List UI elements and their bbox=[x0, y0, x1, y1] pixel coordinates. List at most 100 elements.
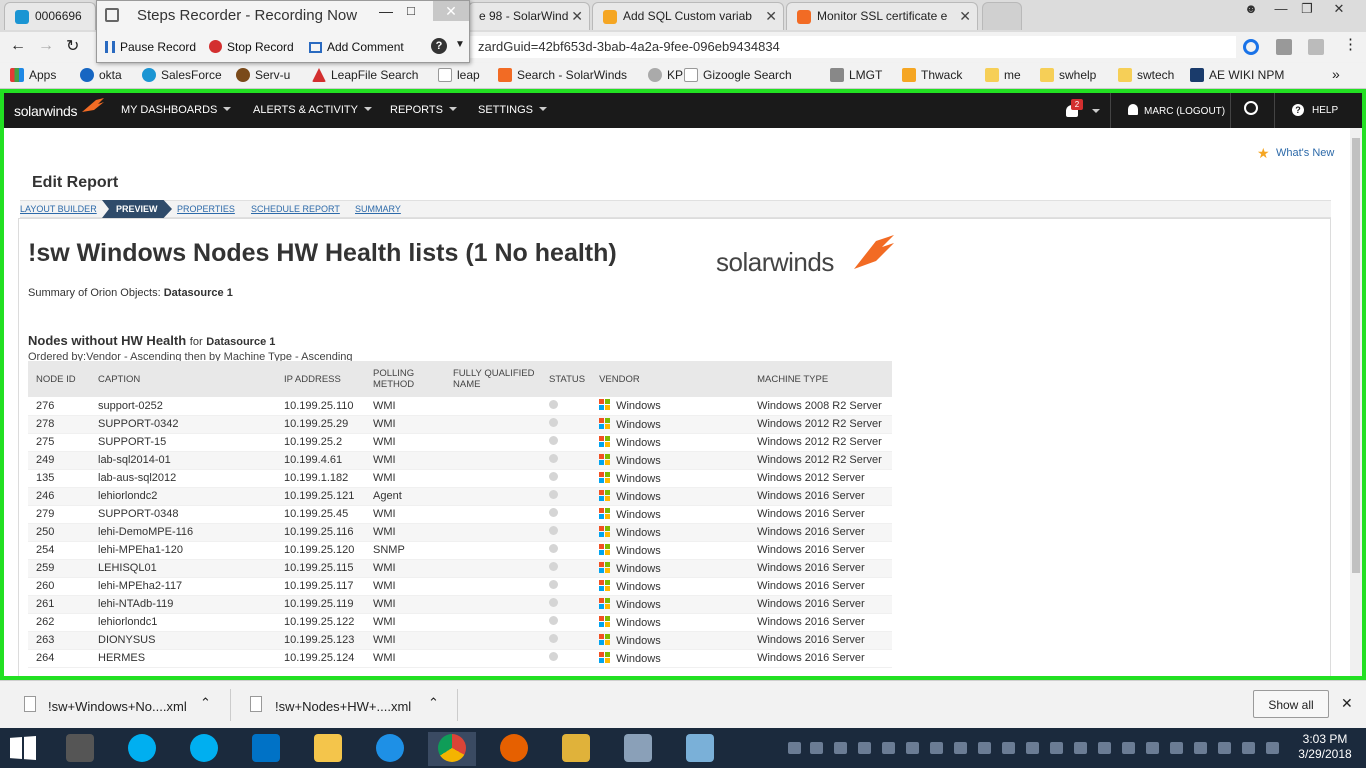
close-icon[interactable]: ✕ bbox=[959, 8, 971, 25]
extension-icon[interactable] bbox=[1276, 39, 1292, 55]
column-header[interactable]: NODE ID bbox=[28, 361, 90, 397]
column-header[interactable]: CAPTION bbox=[90, 361, 276, 397]
bookmark-me[interactable]: me bbox=[985, 68, 1021, 82]
scrollbar-thumb[interactable] bbox=[1352, 138, 1360, 573]
pause-record-button[interactable]: Pause Record bbox=[105, 40, 196, 54]
bookmark-solarwinds-search[interactable]: Search - SolarWinds bbox=[498, 68, 627, 82]
tray-icon[interactable] bbox=[978, 742, 991, 754]
column-header[interactable]: IP ADDRESS bbox=[276, 361, 365, 397]
crumb-properties[interactable]: PROPERTIES bbox=[177, 201, 235, 217]
bookmark-thwack[interactable]: Thwack bbox=[902, 68, 962, 82]
menu-my-dashboards[interactable]: MY DASHBOARDS bbox=[121, 104, 232, 116]
taskbar-app[interactable] bbox=[180, 732, 228, 766]
bookmark-leap[interactable]: leap bbox=[438, 68, 480, 82]
new-tab-button[interactable] bbox=[982, 2, 1022, 30]
user-logout-link[interactable]: MARC (LOGOUT) bbox=[1128, 104, 1225, 117]
tray-icon[interactable] bbox=[1002, 742, 1015, 754]
crumb-schedule-report[interactable]: SCHEDULE REPORT bbox=[251, 201, 340, 217]
tray-icon[interactable] bbox=[954, 742, 967, 754]
extension-icon[interactable] bbox=[1243, 39, 1259, 55]
notifications-button[interactable]: 2 bbox=[1062, 99, 1083, 121]
bookmarks-more-icon[interactable]: » bbox=[1332, 66, 1340, 82]
taskbar-app[interactable] bbox=[118, 732, 166, 766]
extension-icon[interactable] bbox=[1308, 39, 1324, 55]
forward-icon[interactable]: → bbox=[38, 37, 54, 55]
maximize-icon[interactable]: □ bbox=[407, 3, 415, 18]
crumb-layout-builder[interactable]: LAYOUT BUILDER bbox=[20, 201, 97, 217]
chevron-up-icon[interactable]: ⌃ bbox=[200, 695, 211, 711]
minimize-icon[interactable]: — bbox=[379, 3, 393, 19]
bookmark-gizoogle[interactable]: Gizoogle Search bbox=[684, 68, 792, 82]
tray-icon[interactable] bbox=[1218, 742, 1231, 754]
bookmark-kpi[interactable]: KPI bbox=[648, 68, 686, 82]
bookmark-servu[interactable]: Serv-u bbox=[236, 68, 290, 82]
restore-icon[interactable]: ❐ bbox=[1294, 0, 1320, 18]
column-header[interactable]: STATUS bbox=[541, 361, 592, 397]
whats-new-link[interactable]: What's New bbox=[1276, 147, 1334, 159]
search-icon[interactable] bbox=[1244, 101, 1258, 115]
chevron-down-icon[interactable]: ▼ bbox=[455, 39, 465, 50]
menu-settings[interactable]: SETTINGS bbox=[478, 104, 548, 116]
bluetooth-icon[interactable] bbox=[1122, 742, 1135, 754]
column-header[interactable]: FULLY QUALIFIED NAME bbox=[445, 361, 541, 397]
tray-icon[interactable] bbox=[858, 742, 871, 754]
tray-icon[interactable] bbox=[882, 742, 895, 754]
tray-icon[interactable] bbox=[788, 742, 801, 754]
download-item[interactable]: !sw+Windows+No....xml bbox=[48, 699, 187, 714]
reload-icon[interactable]: ↻ bbox=[66, 36, 79, 56]
close-icon[interactable]: ✕ bbox=[1341, 695, 1353, 712]
chevron-up-icon[interactable]: ⌃ bbox=[428, 695, 439, 711]
address-bar[interactable]: zardGuid=42bf653d-3bab-4a2a-9fee-096eb94… bbox=[470, 36, 1236, 58]
taskbar-app[interactable] bbox=[552, 732, 600, 766]
bookmark-salesforce[interactable]: SalesForce bbox=[142, 68, 222, 82]
profile-icon[interactable]: ☻ bbox=[1238, 0, 1264, 18]
help-link[interactable]: ? HELP bbox=[1292, 104, 1338, 116]
flag-icon[interactable] bbox=[1194, 742, 1207, 754]
bookmark-leapfile[interactable]: LeapFile Search bbox=[312, 68, 418, 82]
menu-icon[interactable]: ⋮ bbox=[1343, 35, 1358, 53]
network-icon[interactable] bbox=[1242, 742, 1255, 754]
back-icon[interactable]: ← bbox=[10, 37, 26, 55]
browser-tab[interactable]: 0006696 bbox=[4, 2, 96, 30]
solarwinds-logo[interactable]: solarwinds bbox=[14, 103, 77, 119]
page-scrollbar[interactable] bbox=[1350, 128, 1362, 676]
menu-reports[interactable]: REPORTS bbox=[390, 104, 457, 116]
close-icon[interactable]: ✕ bbox=[765, 8, 777, 25]
stop-record-button[interactable]: Stop Record bbox=[209, 40, 294, 54]
taskbar-app[interactable] bbox=[56, 732, 104, 766]
chevron-down-icon[interactable] bbox=[1092, 109, 1100, 113]
tray-icon[interactable] bbox=[1074, 742, 1087, 754]
taskbar-app[interactable] bbox=[490, 732, 538, 766]
column-header[interactable]: MACHINE TYPE bbox=[749, 361, 892, 397]
bookmark-apps[interactable]: Apps bbox=[10, 68, 56, 82]
bookmark-swtech[interactable]: swtech bbox=[1118, 68, 1174, 82]
tray-icon[interactable] bbox=[1026, 742, 1039, 754]
tray-icon[interactable] bbox=[1146, 742, 1159, 754]
tray-icon[interactable] bbox=[906, 742, 919, 754]
crumb-summary[interactable]: SUMMARY bbox=[355, 201, 401, 217]
browser-tab[interactable]: e 98 - SolarWind ✕ bbox=[468, 2, 590, 30]
column-header[interactable]: VENDOR bbox=[591, 361, 750, 397]
help-icon[interactable]: ? bbox=[431, 38, 447, 54]
add-comment-button[interactable]: Add Comment bbox=[309, 40, 404, 54]
taskbar-app-active[interactable] bbox=[428, 732, 476, 766]
volume-icon[interactable] bbox=[1266, 742, 1279, 754]
column-header[interactable]: POLLING METHOD bbox=[365, 361, 445, 397]
tray-icon[interactable] bbox=[810, 742, 823, 754]
menu-alerts-activity[interactable]: ALERTS & ACTIVITY bbox=[253, 104, 372, 116]
windows-start-icon[interactable] bbox=[10, 736, 36, 760]
browser-tab[interactable]: Add SQL Custom variab ✕ bbox=[592, 2, 784, 30]
tray-icon[interactable] bbox=[1098, 742, 1111, 754]
browser-tab[interactable]: Monitor SSL certificate e ✕ bbox=[786, 2, 978, 30]
tray-icon[interactable] bbox=[1050, 742, 1063, 754]
close-window-icon[interactable]: ✕ bbox=[433, 1, 469, 21]
taskbar-app[interactable] bbox=[366, 732, 414, 766]
bookmark-okta[interactable]: okta bbox=[80, 68, 122, 82]
tray-icon[interactable] bbox=[930, 742, 943, 754]
taskbar-app[interactable] bbox=[304, 732, 352, 766]
taskbar-clock[interactable]: 3:03 PM 3/29/2018 bbox=[1290, 732, 1360, 762]
tray-icon[interactable] bbox=[834, 742, 847, 754]
crumb-preview[interactable]: PREVIEW bbox=[102, 200, 172, 218]
show-all-button[interactable]: Show all bbox=[1253, 690, 1329, 718]
bookmark-lmgt[interactable]: LMGT bbox=[830, 68, 882, 82]
